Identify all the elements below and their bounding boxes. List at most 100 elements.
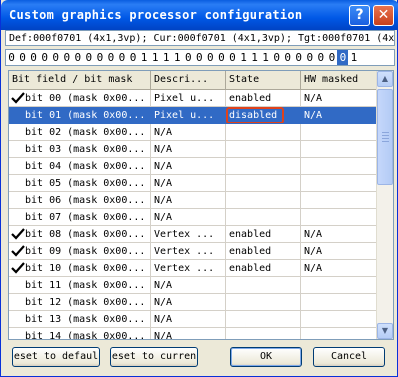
- hw-masked-cell: [301, 209, 377, 226]
- bit-cell[interactable]: 0: [304, 50, 315, 65]
- table-row[interactable]: bit 14 (mask 0x00... N/A: [9, 328, 377, 340]
- bit-cell[interactable]: 0: [128, 50, 139, 65]
- scroll-down-icon[interactable]: ▼: [377, 323, 393, 339]
- bit-cell[interactable]: 0: [282, 50, 293, 65]
- reset-to-default-button[interactable]: eset to defaul: [12, 347, 100, 367]
- checkmark-icon[interactable]: [11, 261, 25, 275]
- table-row[interactable]: bit 02 (mask 0x00... N/A: [9, 124, 377, 141]
- bitfield-cell: bit 05 (mask 0x00...: [9, 175, 151, 192]
- table-row[interactable]: bit 05 (mask 0x00... N/A: [9, 175, 377, 192]
- bit-cell[interactable]: 0: [39, 50, 50, 65]
- bitfield-cell: bit 13 (mask 0x00...: [9, 311, 151, 328]
- column-header-bitfield[interactable]: Bit field / bit mask: [9, 71, 151, 89]
- bit-cell[interactable]: 1: [348, 50, 359, 65]
- bit-cell[interactable]: 1: [150, 50, 161, 65]
- scroll-up-icon[interactable]: ▲: [377, 71, 393, 87]
- title-bar[interactable]: Custom graphics processor configuration …: [1, 0, 398, 30]
- description-cell: N/A: [151, 209, 226, 226]
- ok-button[interactable]: OK: [230, 347, 302, 367]
- bit-cell[interactable]: 0: [337, 50, 349, 65]
- bit-cell[interactable]: 0: [17, 50, 28, 65]
- bit-cell[interactable]: 0: [194, 50, 205, 65]
- description-cell-text: N/A: [154, 314, 173, 325]
- state-cell: [226, 158, 301, 175]
- description-cell: N/A: [151, 124, 226, 141]
- description-cell-text: N/A: [154, 331, 173, 340]
- description-cell: Vertex ...: [151, 260, 226, 277]
- bit-cell[interactable]: 0: [227, 50, 238, 65]
- bit-cell[interactable]: 0: [72, 50, 83, 65]
- bitfield-list[interactable]: Bit field / bit mask Descri... State HW …: [8, 70, 394, 340]
- bit-cell[interactable]: 0: [205, 50, 216, 65]
- hw-masked-cell: [301, 141, 377, 158]
- table-row[interactable]: bit 12 (mask 0x00... N/A: [9, 294, 377, 311]
- bit-cell[interactable]: 0: [105, 50, 116, 65]
- bit-cell[interactable]: 0: [326, 50, 337, 65]
- description-cell-text: Pixel u...: [154, 93, 215, 104]
- bit-cell[interactable]: 0: [183, 50, 194, 65]
- close-button[interactable]: ✕: [373, 5, 394, 26]
- bit-cell[interactable]: 1: [172, 50, 183, 65]
- vertical-scrollbar[interactable]: ▲ ▼: [376, 71, 393, 339]
- description-cell: N/A: [151, 294, 226, 311]
- bit-cell[interactable]: 1: [238, 50, 249, 65]
- table-row[interactable]: bit 00 (mask 0x00... Pixel u... enabled N/A: [9, 90, 377, 107]
- table-row[interactable]: bit 04 (mask 0x00... N/A: [9, 158, 377, 175]
- bit-cell[interactable]: 0: [271, 50, 282, 65]
- bitfield-cell: bit 02 (mask 0x00...: [9, 124, 151, 141]
- scroll-thumb[interactable]: [377, 89, 393, 185]
- table-row[interactable]: bit 07 (mask 0x00... N/A: [9, 209, 377, 226]
- bit-cell[interactable]: 1: [161, 50, 172, 65]
- bit-cell[interactable]: 0: [293, 50, 304, 65]
- window-title: Custom graphics processor configuration: [9, 8, 303, 22]
- column-header-hw-masked[interactable]: HW masked: [301, 71, 377, 89]
- state-cell-text: enabled: [229, 93, 272, 104]
- hw-masked-cell-text: N/A: [304, 93, 323, 104]
- bit-cell[interactable]: 0: [61, 50, 72, 65]
- column-header-state[interactable]: State: [226, 71, 301, 89]
- bit-cell[interactable]: 1: [260, 50, 271, 65]
- table-row[interactable]: bit 01 (mask 0x00... Pixel u... disabled N/…: [9, 107, 377, 124]
- checkmark-icon[interactable]: [11, 227, 25, 241]
- bitfield-cell-text: bit 04 (mask 0x00...: [25, 161, 146, 172]
- table-row[interactable]: bit 06 (mask 0x00... N/A: [9, 192, 377, 209]
- state-cell-text: disabled: [226, 107, 284, 123]
- bit-value-strip[interactable]: 00000000000011110000011100000001: [5, 49, 395, 66]
- bit-cell[interactable]: 0: [94, 50, 105, 65]
- state-cell: enabled: [226, 243, 301, 260]
- bit-cell[interactable]: 0: [28, 50, 39, 65]
- hw-masked-cell: N/A: [301, 226, 377, 243]
- bitfield-cell-text: bit 08 (mask 0x00...: [25, 229, 146, 240]
- bitfield-cell-text: bit 07 (mask 0x00...: [25, 212, 146, 223]
- table-row[interactable]: bit 08 (mask 0x00... Vertex ... enabled N/A: [9, 226, 377, 243]
- bit-cell[interactable]: 0: [50, 50, 61, 65]
- table-row[interactable]: bit 03 (mask 0x00... N/A: [9, 141, 377, 158]
- bit-cell[interactable]: 0: [216, 50, 227, 65]
- bit-cell[interactable]: 0: [83, 50, 94, 65]
- hw-masked-cell: [301, 192, 377, 209]
- state-cell: disabled: [226, 107, 301, 124]
- description-cell-text: N/A: [154, 178, 173, 189]
- table-row[interactable]: bit 13 (mask 0x00... N/A: [9, 311, 377, 328]
- state-cell-text: enabled: [229, 229, 272, 240]
- hw-masked-cell: [301, 175, 377, 192]
- checkmark-icon[interactable]: [11, 91, 25, 105]
- bitfield-cell-text: bit 10 (mask 0x00...: [25, 263, 146, 274]
- checkmark-icon[interactable]: [11, 244, 25, 258]
- hw-masked-cell: N/A: [301, 90, 377, 107]
- column-header-description[interactable]: Descri...: [151, 71, 226, 89]
- reset-to-current-button[interactable]: eset to curren: [110, 347, 198, 367]
- help-button[interactable]: ?: [349, 5, 370, 26]
- bit-cell[interactable]: 0: [315, 50, 326, 65]
- state-cell: [226, 124, 301, 141]
- table-row[interactable]: bit 11 (mask 0x00... N/A: [9, 277, 377, 294]
- bit-cell[interactable]: 0: [6, 50, 17, 65]
- description-cell: Vertex ...: [151, 226, 226, 243]
- bit-cell[interactable]: 0: [116, 50, 127, 65]
- cancel-button[interactable]: Cancel: [313, 347, 385, 367]
- table-row[interactable]: bit 10 (mask 0x00... Vertex ... enabled N/A: [9, 260, 377, 277]
- bit-cell[interactable]: 1: [139, 50, 150, 65]
- bitfield-cell: bit 14 (mask 0x00...: [9, 328, 151, 339]
- bit-cell[interactable]: 1: [249, 50, 260, 65]
- table-row[interactable]: bit 09 (mask 0x00... Vertex ... enabled N/A: [9, 243, 377, 260]
